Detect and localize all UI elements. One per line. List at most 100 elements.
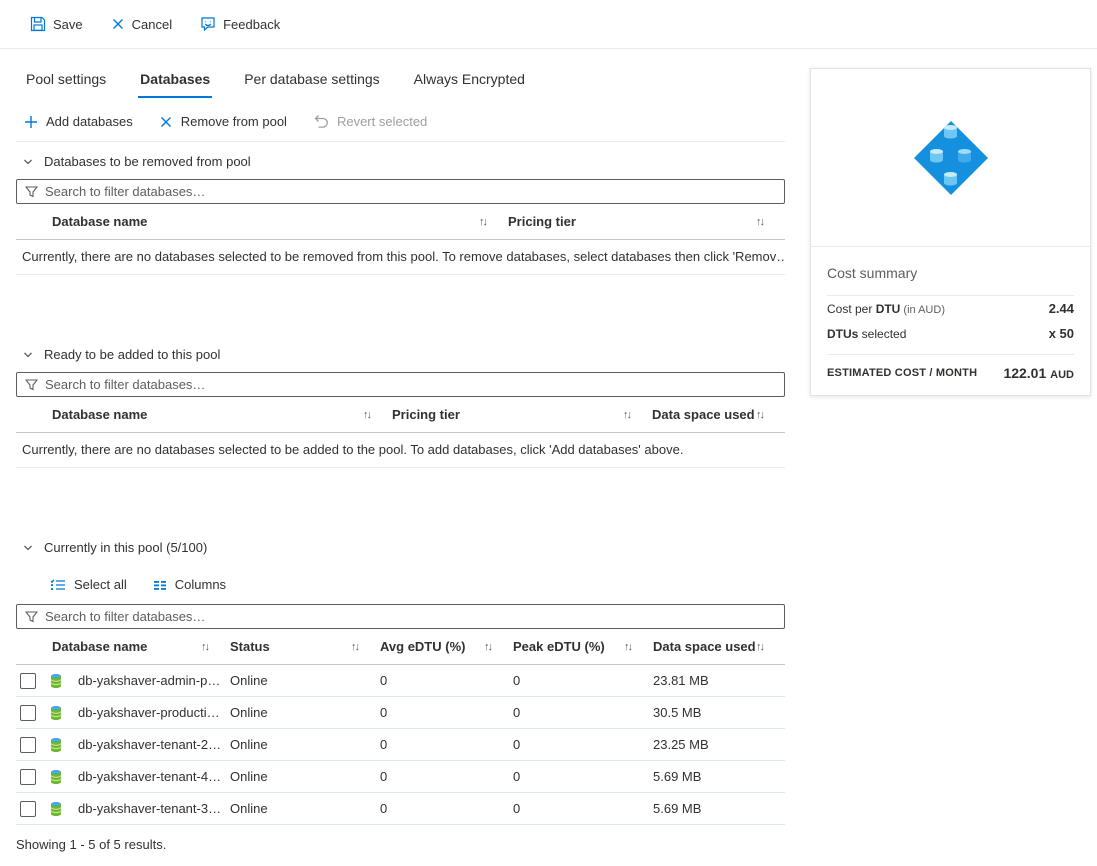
removed-col-pricing-tier: Pricing tier [508,214,576,229]
peak-edtu-value: 0 [513,705,653,720]
plus-icon [24,115,38,129]
cost-per-dtu-strong: DTU [876,302,901,316]
avg-edtu-value: 0 [380,673,513,688]
avg-edtu-value: 0 [380,705,513,720]
current-col-database-name: Database name [52,639,147,654]
tab-pool-settings[interactable]: Pool settings [24,67,108,98]
row-checkbox[interactable] [20,801,36,817]
sort-icon[interactable]: ↑↓ [479,216,486,228]
database-name: db-yakshaver-tenant-4… [78,769,230,784]
removed-section-header[interactable]: Databases to be removed from pool [16,142,785,179]
current-search-input[interactable] [45,609,776,624]
add-databases-label: Add databases [46,114,133,129]
remove-from-pool-button[interactable]: Remove from pool [159,114,287,129]
avg-edtu-value: 0 [380,769,513,784]
peak-edtu-value: 0 [513,769,653,784]
table-row[interactable]: db-yakshaver-tenant-4… Online 0 0 5.69 M… [16,761,785,793]
status-value: Online [230,705,380,720]
cancel-x-icon [111,17,125,31]
peak-edtu-value: 0 [513,801,653,816]
cost-per-dtu-sub: (in AUD) [900,304,945,316]
removed-col-database-name: Database name [52,214,147,229]
database-name: db-yakshaver-producti… [78,705,230,720]
database-name: db-yakshaver-admin-p… [78,673,230,688]
current-table-toolbar: Select all Columns [16,565,785,604]
revert-selected-label: Revert selected [337,114,427,129]
sort-icon[interactable]: ↑↓ [756,409,763,421]
added-col-data-space-used: Data space used [652,407,755,422]
current-col-status: Status [230,639,270,654]
estimated-cost-label: ESTIMATED COST / MONTH [827,367,977,379]
peak-edtu-value: 0 [513,673,653,688]
remove-x-icon [159,115,173,129]
sort-icon[interactable]: ↑↓ [756,216,763,228]
database-icon [48,801,78,817]
cost-summary-title: Cost summary [811,247,1090,295]
added-empty-message: Currently, there are no databases select… [16,433,785,468]
dtus-selected-row: DTUs selected x 50 [811,321,1090,346]
tab-databases[interactable]: Databases [138,67,212,98]
row-checkbox[interactable] [20,673,36,689]
command-bar: Save Cancel Feedback [0,0,1097,49]
chevron-down-icon [22,349,34,361]
revert-selected-button[interactable]: Revert selected [313,114,427,129]
sort-icon[interactable]: ↑↓ [363,409,370,421]
dtus-selected-value: x 50 [1049,326,1074,341]
added-section-title: Ready to be added to this pool [44,347,220,362]
database-name: db-yakshaver-tenant-2… [78,737,230,752]
sort-icon[interactable]: ↑↓ [484,641,491,653]
cost-per-dtu-prefix: Cost per [827,302,876,316]
table-row[interactable]: db-yakshaver-tenant-3… Online 0 0 5.69 M… [16,793,785,825]
status-value: Online [230,737,380,752]
estimated-cost-value: 122.01 [1003,365,1046,381]
chevron-down-icon [22,156,34,168]
select-all-label: Select all [74,577,127,592]
removed-empty-message: Currently, there are no databases select… [16,240,785,275]
database-icon [48,705,78,721]
added-search-input[interactable] [45,377,776,392]
status-value: Online [230,769,380,784]
data-space-used-value: 23.25 MB [653,737,785,752]
row-checkbox[interactable] [20,769,36,785]
data-space-used-value: 30.5 MB [653,705,785,720]
sort-icon[interactable]: ↑↓ [351,641,358,653]
row-checkbox[interactable] [20,737,36,753]
select-all-button[interactable]: Select all [50,577,127,592]
status-value: Online [230,801,380,816]
data-space-used-value: 5.69 MB [653,769,785,784]
table-row[interactable]: db-yakshaver-tenant-2… Online 0 0 23.25 … [16,729,785,761]
databases-action-bar: Add databases Remove from pool Revert [16,98,785,142]
current-col-peak-edtu: Peak eDTU (%) [513,639,605,654]
cost-summary-card: Cost summary Cost per DTU (in AUD) 2.44 … [810,68,1091,396]
table-row[interactable]: db-yakshaver-producti… Online 0 0 30.5 M… [16,697,785,729]
data-space-used-value: 23.81 MB [653,673,785,688]
save-button[interactable]: Save [18,10,95,38]
removed-table-header: Database name ↑↓ Pricing tier ↑↓ [16,204,785,240]
estimated-cost-currency: AUD [1050,369,1074,381]
sort-icon[interactable]: ↑↓ [201,641,208,653]
row-checkbox[interactable] [20,705,36,721]
sort-icon[interactable]: ↑↓ [756,641,763,653]
current-col-avg-edtu: Avg eDTU (%) [380,639,465,654]
cancel-button[interactable]: Cancel [99,11,184,38]
tab-strip: Pool settings Databases Per database set… [16,67,785,98]
table-row[interactable]: db-yakshaver-admin-p… Online 0 0 23.81 M… [16,665,785,697]
estimated-cost-row: ESTIMATED COST / MONTH 122.01 AUD [811,355,1090,395]
cost-per-dtu-value: 2.44 [1049,301,1074,316]
current-section-header[interactable]: Currently in this pool (5/100) [16,528,785,565]
current-table-header: Database name ↑↓ Status ↑↓ Avg eDTU (%) … [16,629,785,665]
columns-button[interactable]: Columns [153,577,226,592]
results-count: Showing 1 - 5 of 5 results. [16,825,785,852]
database-icon [48,769,78,785]
added-section-header[interactable]: Ready to be added to this pool [16,335,785,372]
tab-always-encrypted[interactable]: Always Encrypted [412,67,527,98]
removed-search-input[interactable] [45,184,776,199]
remove-from-pool-label: Remove from pool [181,114,287,129]
sort-icon[interactable]: ↑↓ [623,409,630,421]
current-search-box [16,604,785,629]
sort-icon[interactable]: ↑↓ [624,641,631,653]
feedback-button[interactable]: Feedback [188,10,292,38]
columns-label: Columns [175,577,226,592]
add-databases-button[interactable]: Add databases [24,114,133,129]
tab-per-database-settings[interactable]: Per database settings [242,67,381,98]
